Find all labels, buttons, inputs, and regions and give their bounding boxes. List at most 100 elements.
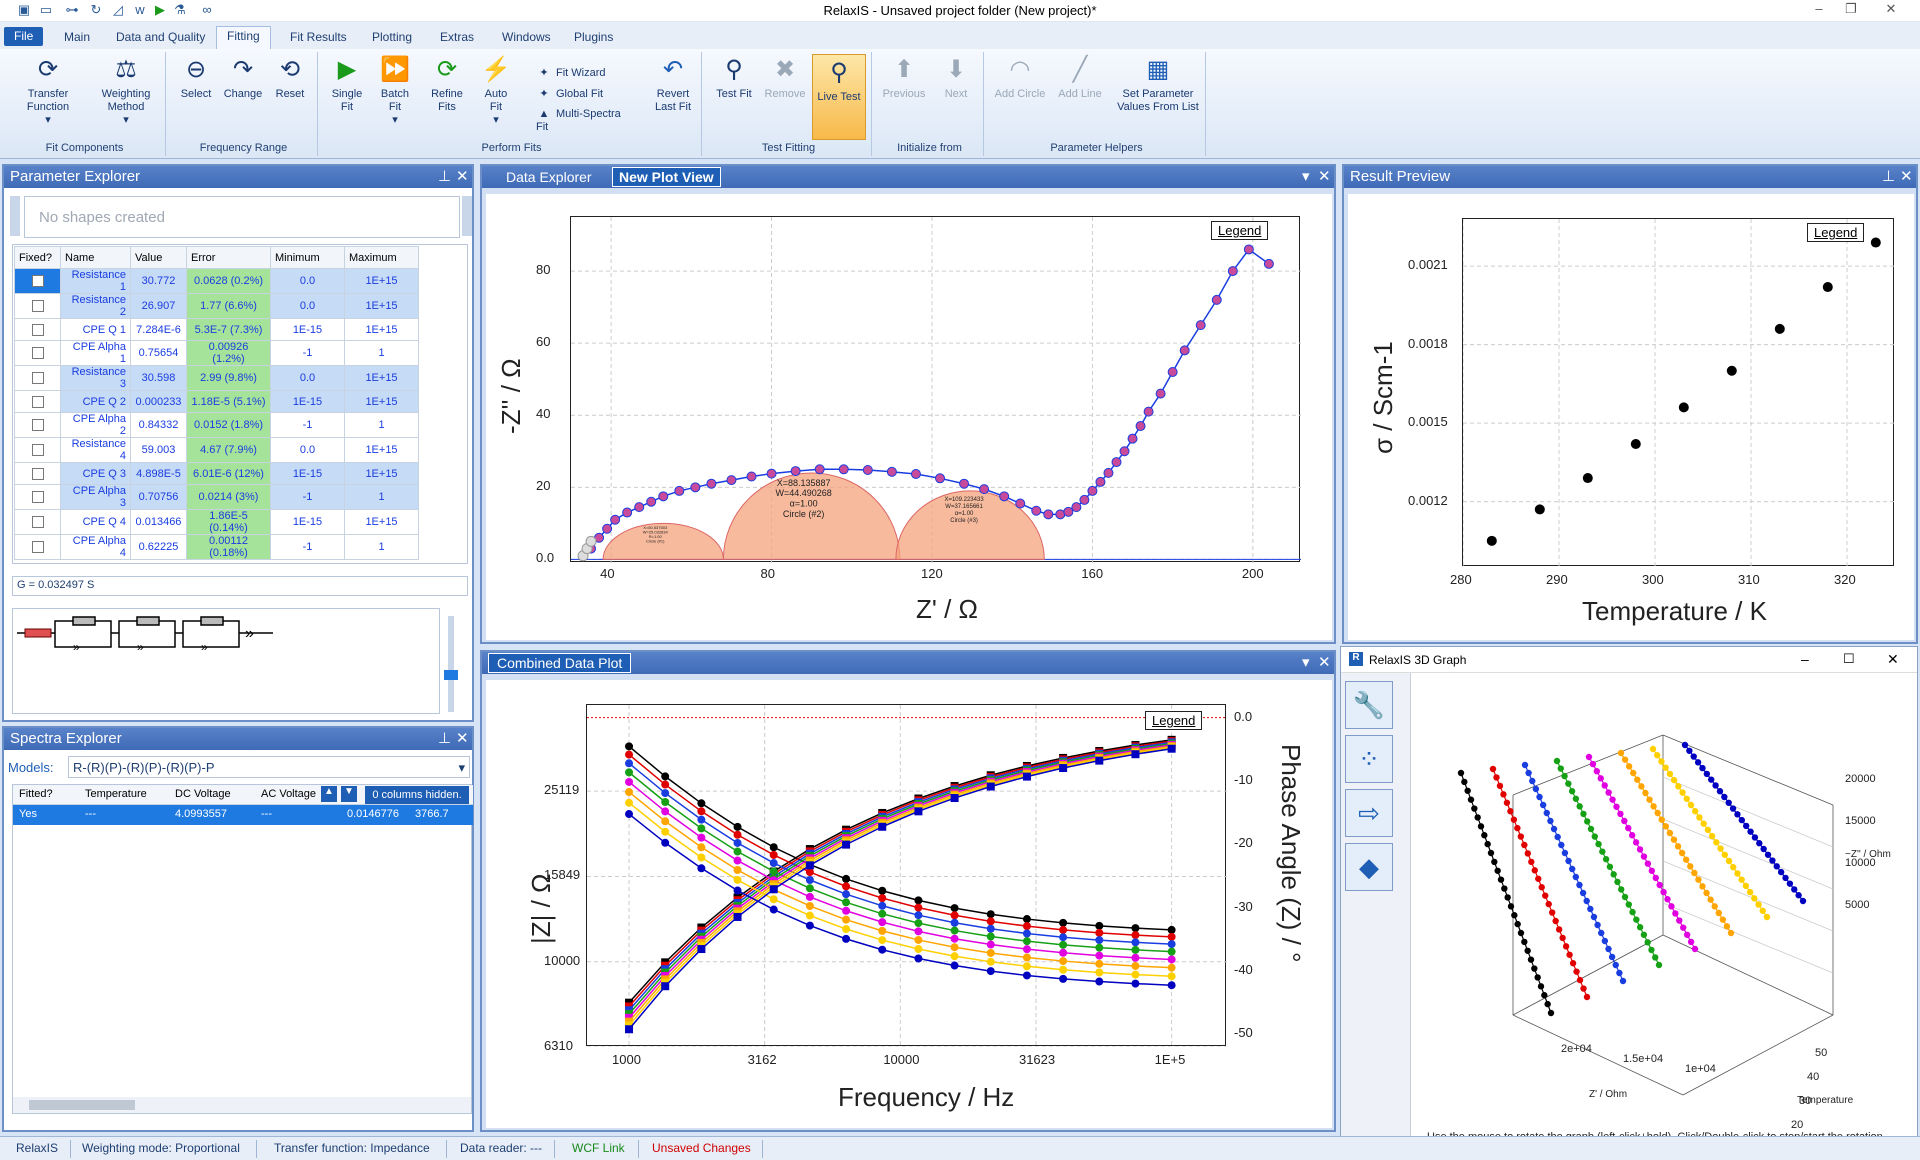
- fixed-checkbox[interactable]: [31, 444, 44, 457]
- close-window-button[interactable]: ✕: [1887, 651, 1899, 668]
- parameter-row[interactable]: CPE Q 3 4.898E-5 6.01E-6 (12%) 1E-15 1E+…: [14, 462, 419, 485]
- tab-plotting[interactable]: Plotting: [362, 28, 422, 49]
- result-plot-area[interactable]: Legend 280 290 300 310 320 0.0012 0.0015 0.001…: [1348, 194, 1914, 640]
- param-maximum[interactable]: 1E+15: [344, 318, 419, 341]
- scroll-left-button[interactable]: [10, 196, 20, 236]
- close-icon[interactable]: ✕: [456, 166, 469, 188]
- single-fit-button[interactable]: ▶ Single Fit: [324, 56, 370, 114]
- status-wcf-link[interactable]: WCF Link: [572, 1141, 625, 1155]
- param-minimum[interactable]: 1E-15: [270, 318, 345, 341]
- fixed-checkbox[interactable]: [31, 491, 44, 504]
- fixed-checkbox-cell[interactable]: [14, 390, 61, 413]
- change-range-button[interactable]: ↷ Change: [220, 56, 266, 101]
- pin-icon[interactable]: ⊥: [438, 728, 451, 750]
- spectra-row[interactable]: Yes --- 4.0993557 --- 0.0146776 3766.7: [13, 805, 473, 825]
- nyquist-plot-area[interactable]: X=50.537503 W=25.032834 R=1.00 Circle (#1) X…: [486, 194, 1332, 640]
- multi-spectra-fit-button[interactable]: ▲ Multi-Spectra Fit: [536, 108, 621, 134]
- fixed-checkbox[interactable]: [31, 300, 44, 313]
- param-maximum[interactable]: 1E+15: [344, 268, 419, 294]
- tab-main[interactable]: Main: [54, 28, 100, 49]
- param-minimum[interactable]: 1E-15: [270, 462, 345, 485]
- fixed-checkbox-cell[interactable]: [14, 268, 61, 294]
- tab-data-explorer[interactable]: Data Explorer: [506, 166, 592, 188]
- refine-fits-button[interactable]: ⟳ Refine Fits: [422, 56, 472, 114]
- close-window-button[interactable]: ✕: [1876, 1, 1906, 21]
- fixed-checkbox[interactable]: [31, 467, 44, 480]
- param-minimum[interactable]: 1E-15: [270, 509, 345, 535]
- set-parameter-values-button[interactable]: ▦ Set Parameter Values From List: [1112, 56, 1204, 114]
- reset-range-button[interactable]: ⟲ Reset: [268, 56, 312, 101]
- parameter-row[interactable]: CPE Q 2 0.000233 1.18E-5 (5.1%) 1E-15 1E…: [14, 390, 419, 413]
- test-fit-button[interactable]: ⚲ Test Fit: [710, 56, 758, 101]
- fixed-checkbox[interactable]: [31, 347, 44, 360]
- live-test-button[interactable]: ⚲ Live Test: [812, 54, 866, 140]
- maximize-button[interactable]: ☐: [1843, 651, 1855, 667]
- param-value[interactable]: 26.907: [130, 293, 187, 319]
- close-icon[interactable]: ✕: [456, 728, 469, 750]
- parameter-row[interactable]: CPE Q 4 0.013466 1.86E-5 (0.14%) 1E-15 1…: [14, 509, 419, 535]
- param-maximum[interactable]: 1E+15: [344, 293, 419, 319]
- horizontal-scrollbar[interactable]: [13, 1097, 471, 1113]
- minimize-button[interactable]: –: [1801, 651, 1809, 667]
- tab-data-quality[interactable]: Data and Quality: [106, 28, 215, 49]
- fixed-checkbox[interactable]: [31, 419, 44, 432]
- previous-button[interactable]: ⬆ Previous: [880, 56, 928, 101]
- zoom-slider[interactable]: [448, 616, 454, 712]
- fixed-checkbox-cell[interactable]: [14, 509, 61, 535]
- model-select[interactable]: R-(R)(P)-(R)(P)-(R)(P)-P ▾: [68, 756, 470, 778]
- param-value[interactable]: 4.898E-5: [130, 462, 187, 485]
- tab-file[interactable]: File: [4, 27, 44, 46]
- param-minimum[interactable]: 1E-15: [270, 390, 345, 413]
- fixed-checkbox-cell[interactable]: [14, 412, 61, 438]
- param-maximum[interactable]: 1E+15: [344, 462, 419, 485]
- fit-wizard-button[interactable]: ✦ Fit Wizard: [536, 66, 605, 79]
- param-value[interactable]: 30.598: [130, 365, 187, 391]
- parameter-row[interactable]: Resistance 3 30.598 2.99 (9.8%) 0.0 1E+1…: [14, 365, 419, 391]
- surface-icon[interactable]: ◆: [1345, 843, 1393, 891]
- param-value[interactable]: 0.75654: [130, 340, 187, 366]
- restore-button[interactable]: ❐: [1836, 1, 1866, 21]
- param-value[interactable]: 30.772: [130, 268, 187, 294]
- weighting-method-button[interactable]: ⚖ Weighting Method ▾: [90, 56, 162, 127]
- fixed-checkbox[interactable]: [31, 372, 44, 385]
- status-transfer[interactable]: Transfer function: Impedance: [274, 1141, 430, 1155]
- next-button[interactable]: ⬇ Next: [932, 56, 980, 101]
- fixed-checkbox-cell[interactable]: [14, 340, 61, 366]
- fixed-checkbox-cell[interactable]: [14, 462, 61, 485]
- tab-fitting[interactable]: Fitting: [216, 26, 271, 49]
- sort-down-button[interactable]: ▼: [341, 786, 357, 802]
- circuit-diagram[interactable]: » » » »: [12, 608, 440, 714]
- minimize-button[interactable]: –: [1804, 1, 1834, 21]
- param-minimum[interactable]: -1: [270, 340, 345, 366]
- tab-windows[interactable]: Windows: [492, 28, 561, 49]
- parameter-row[interactable]: CPE Alpha 2 0.84332 0.0152 (1.8%) -1 1: [14, 412, 419, 438]
- wrench-icon[interactable]: 🔧: [1345, 681, 1393, 729]
- auto-fit-button[interactable]: ⚡ Auto Fit ▾: [474, 56, 518, 127]
- fixed-checkbox-cell[interactable]: [14, 293, 61, 319]
- param-minimum[interactable]: -1: [270, 412, 345, 438]
- sort-up-button[interactable]: ▲: [321, 786, 337, 802]
- fixed-checkbox[interactable]: [31, 323, 44, 336]
- param-maximum[interactable]: 1E+15: [344, 365, 419, 391]
- combined-plot-area[interactable]: Legend 1000 3162 10000 31623 1E+5 6310 10000 1…: [486, 680, 1332, 1128]
- fixed-checkbox-cell[interactable]: [14, 318, 61, 341]
- remove-test-button[interactable]: ✖ Remove: [762, 56, 808, 101]
- param-value[interactable]: 7.284E-6: [130, 318, 187, 341]
- fixed-checkbox[interactable]: [31, 395, 44, 408]
- param-maximum[interactable]: 1: [344, 534, 419, 560]
- param-maximum[interactable]: 1E+15: [344, 390, 419, 413]
- transfer-function-button[interactable]: ⟳ Transfer Function ▾: [10, 56, 86, 127]
- close-icon[interactable]: ✕: [1318, 652, 1331, 674]
- param-value[interactable]: 0.84332: [130, 412, 187, 438]
- param-value[interactable]: 59.003: [130, 437, 187, 463]
- legend-box[interactable]: Legend: [1145, 711, 1203, 730]
- fixed-checkbox-cell[interactable]: [14, 534, 61, 560]
- status-weighting[interactable]: Weighting mode: Proportional: [82, 1141, 240, 1155]
- parameter-row[interactable]: Resistance 2 26.907 1.77 (6.6%) 0.0 1E+1…: [14, 293, 419, 319]
- param-minimum[interactable]: 0.0: [270, 365, 345, 391]
- param-minimum[interactable]: 0.0: [270, 437, 345, 463]
- parameter-row[interactable]: Resistance 1 30.772 0.0628 (0.2%) 0.0 1E…: [14, 268, 419, 294]
- fixed-checkbox-cell[interactable]: [14, 365, 61, 391]
- legend-box[interactable]: Legend: [1807, 223, 1865, 242]
- fixed-checkbox[interactable]: [31, 516, 44, 529]
